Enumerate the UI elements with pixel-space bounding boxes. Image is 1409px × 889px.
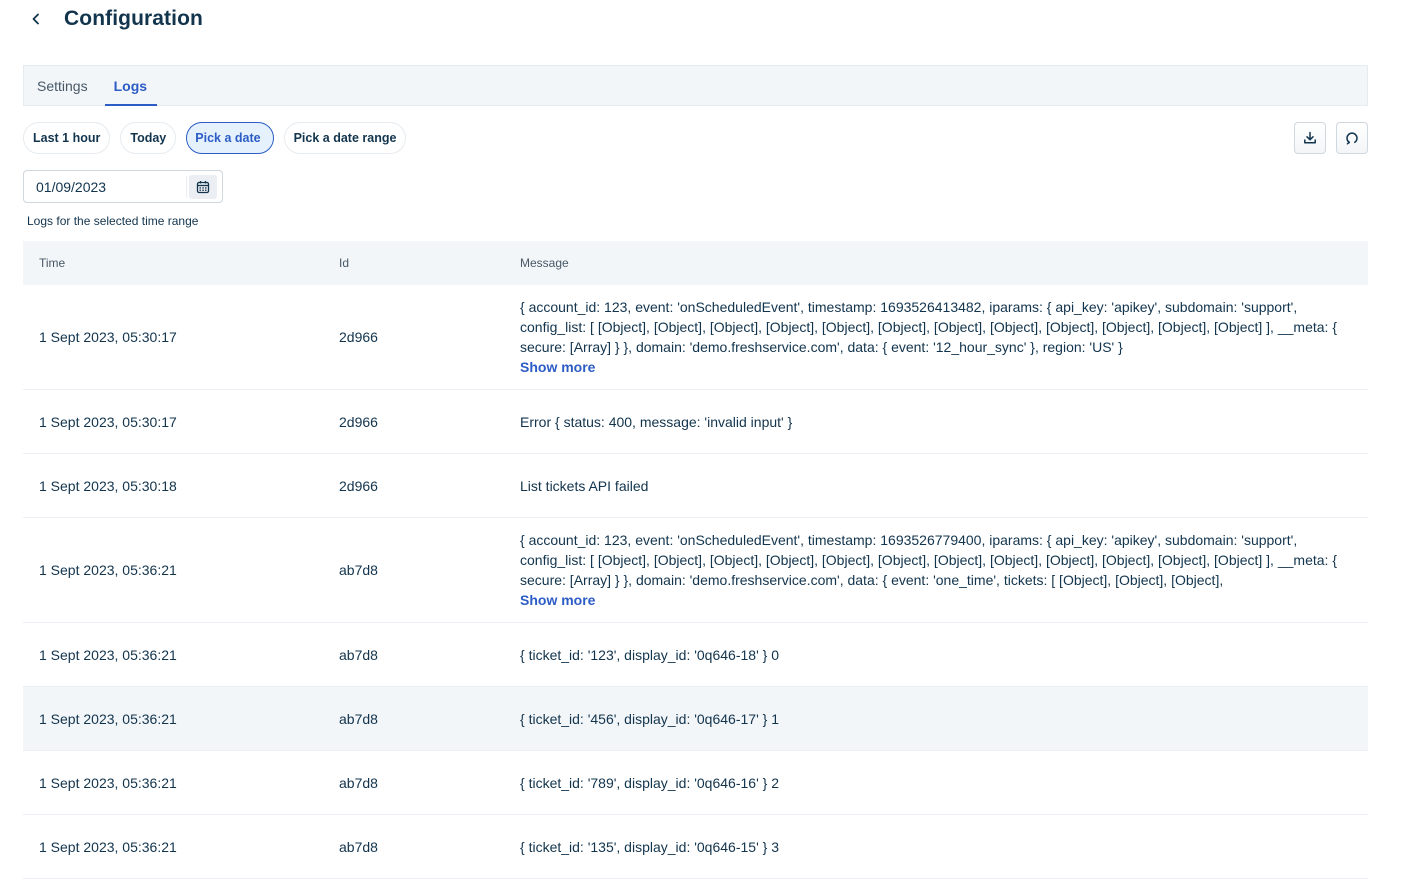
log-id: 2d966 — [339, 413, 378, 430]
tab-logs[interactable]: Logs — [104, 66, 158, 106]
date-input-divider — [186, 175, 187, 198]
log-message: Error { status: 400, message: 'invalid i… — [520, 413, 793, 430]
column-header-time: Time — [39, 256, 66, 270]
log-id: ab7d8 — [339, 646, 378, 663]
table-header: Time Id Message — [23, 241, 1368, 285]
log-time: 1 Sept 2023, 05:30:18 — [39, 477, 177, 494]
log-time: 1 Sept 2023, 05:30:17 — [39, 413, 177, 430]
log-message: { account_id: 123, event: 'onScheduledEv… — [504, 530, 1368, 610]
date-picker — [23, 170, 223, 203]
log-message: { ticket_id: '789', display_id: '0q646-1… — [520, 774, 779, 791]
log-message: { ticket_id: '456', display_id: '0q646-1… — [520, 710, 779, 727]
log-id: ab7d8 — [339, 562, 378, 578]
chevron-left-icon — [32, 13, 39, 25]
download-button[interactable] — [1294, 122, 1326, 154]
logs-caption: Logs for the selected time range — [27, 214, 199, 228]
log-message: { ticket_id: '135', display_id: '0q646-1… — [520, 838, 779, 855]
log-time: 1 Sept 2023, 05:36:21 — [39, 562, 177, 578]
log-id: ab7d8 — [339, 774, 378, 791]
calendar-icon — [196, 180, 210, 193]
filter-today[interactable]: Today — [120, 122, 177, 154]
log-message: { account_id: 123, event: 'onScheduledEv… — [504, 297, 1368, 377]
table-row: 1 Sept 2023, 05:36:21 ab7d8 { ticket_id:… — [23, 623, 1368, 687]
date-input[interactable] — [24, 178, 174, 195]
log-id: 2d966 — [339, 477, 378, 494]
log-id: 2d966 — [339, 329, 378, 345]
logs-table: Time Id Message 1 Sept 2023, 05:30:17 2d… — [23, 241, 1368, 879]
table-row: 1 Sept 2023, 05:36:21 ab7d8 { ticket_id:… — [23, 687, 1368, 751]
log-message: { ticket_id: '123', display_id: '0q646-1… — [520, 646, 779, 663]
log-time: 1 Sept 2023, 05:36:21 — [39, 838, 177, 855]
refresh-icon — [1346, 132, 1358, 145]
table-row: 1 Sept 2023, 05:30:18 2d966 List tickets… — [23, 454, 1368, 518]
refresh-button[interactable] — [1336, 122, 1368, 154]
calendar-button[interactable] — [189, 174, 217, 199]
tab-bar: Settings Logs — [23, 65, 1368, 106]
log-time: 1 Sept 2023, 05:36:21 — [39, 646, 177, 663]
log-message: List tickets API failed — [520, 477, 649, 494]
show-more-link[interactable]: Show more — [520, 590, 595, 610]
page-title: Configuration — [64, 7, 203, 30]
filter-pick-a-date[interactable]: Pick a date — [186, 122, 274, 154]
table-row: 1 Sept 2023, 05:36:21 ab7d8 { ticket_id:… — [23, 815, 1368, 879]
table-row: 1 Sept 2023, 05:30:17 2d966 { account_id… — [23, 285, 1368, 390]
log-message-text: { account_id: 123, event: 'onScheduledEv… — [520, 299, 1337, 355]
column-header-message: Message — [520, 256, 569, 270]
back-button[interactable] — [23, 6, 49, 32]
table-row: 1 Sept 2023, 05:36:21 ab7d8 { ticket_id:… — [23, 751, 1368, 815]
filter-last-1-hour[interactable]: Last 1 hour — [23, 122, 111, 154]
log-id: ab7d8 — [339, 838, 378, 855]
log-time: 1 Sept 2023, 05:36:21 — [39, 710, 177, 727]
tab-settings[interactable]: Settings — [36, 66, 89, 105]
log-time: 1 Sept 2023, 05:36:21 — [39, 774, 177, 791]
download-icon — [1304, 131, 1316, 144]
table-row: 1 Sept 2023, 05:30:17 2d966 Error { stat… — [23, 390, 1368, 454]
table-row: 1 Sept 2023, 05:36:21 ab7d8 { account_id… — [23, 518, 1368, 623]
filter-pick-a-date-range[interactable]: Pick a date range — [283, 122, 407, 154]
column-header-id: Id — [339, 256, 350, 270]
log-id: ab7d8 — [339, 710, 378, 727]
log-message-text: { account_id: 123, event: 'onScheduledEv… — [520, 532, 1337, 588]
page-header: Configuration — [23, 0, 203, 38]
time-range-filters: Last 1 hour Today Pick a date Pick a dat… — [23, 122, 407, 154]
show-more-link[interactable]: Show more — [520, 357, 595, 377]
log-time: 1 Sept 2023, 05:30:17 — [39, 329, 177, 345]
